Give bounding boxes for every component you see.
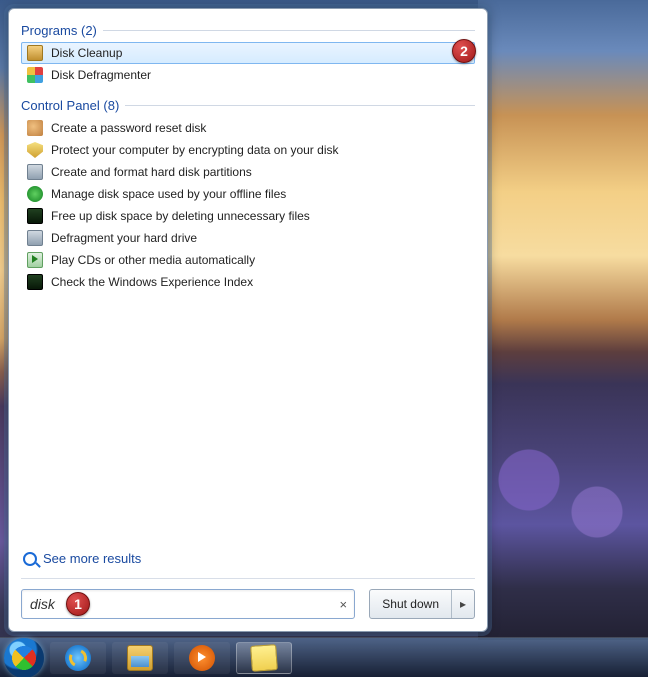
disk-cleanup-icon <box>27 45 43 61</box>
control-panel-label: Control Panel (8) <box>21 98 119 113</box>
result-disk-defragmenter[interactable]: Disk Defragmenter <box>21 64 475 86</box>
defragmenter-icon <box>27 67 43 83</box>
taskbar-item-ie[interactable] <box>50 642 106 674</box>
start-menu-search-panel: Programs (2) Disk Cleanup 2 Disk Defragm… <box>8 8 488 632</box>
control-panel-results: Create a password reset disk Protect you… <box>21 117 475 293</box>
partition-icon <box>27 164 43 180</box>
sync-icon <box>27 186 43 202</box>
result-label: Manage disk space used by your offline f… <box>51 187 286 201</box>
see-more-label: See more results <box>43 551 141 566</box>
programs-results: Disk Cleanup 2 Disk Defragmenter <box>21 42 475 86</box>
start-menu-bottom-row: × 1 Shut down ▸ <box>21 589 475 619</box>
result-disk-cleanup[interactable]: Disk Cleanup 2 <box>21 42 475 64</box>
programs-label: Programs (2) <box>21 23 97 38</box>
result-label: Protect your computer by encrypting data… <box>51 143 338 157</box>
divider <box>103 30 475 31</box>
result-label: Play CDs or other media automatically <box>51 253 255 267</box>
taskbar-item-explorer[interactable] <box>112 642 168 674</box>
result-defragment-drive[interactable]: Defragment your hard drive <box>21 227 475 249</box>
divider <box>125 105 475 106</box>
result-label: Create a password reset disk <box>51 121 206 135</box>
gauge-icon <box>27 274 43 290</box>
taskbar-item-media-player[interactable] <box>174 642 230 674</box>
result-label: Create and format hard disk partitions <box>51 165 252 179</box>
sticky-notes-icon <box>250 644 278 672</box>
gauge-icon <box>27 208 43 224</box>
defrag-icon <box>27 230 43 246</box>
result-free-disk-space[interactable]: Free up disk space by deleting unnecessa… <box>21 205 475 227</box>
shutdown-options-arrow[interactable]: ▸ <box>452 590 474 618</box>
control-panel-section-header: Control Panel (8) <box>21 98 475 113</box>
divider <box>21 578 475 579</box>
result-label: Disk Cleanup <box>51 46 122 60</box>
shutdown-split-button[interactable]: Shut down ▸ <box>369 589 475 619</box>
taskbar <box>0 637 648 677</box>
annotation-badge-1: 1 <box>66 592 90 616</box>
autoplay-icon <box>27 252 43 268</box>
result-label: Defragment your hard drive <box>51 231 197 245</box>
result-autoplay[interactable]: Play CDs or other media automatically <box>21 249 475 271</box>
result-label: Disk Defragmenter <box>51 68 151 82</box>
media-player-icon <box>189 645 215 671</box>
chevron-right-icon: ▸ <box>460 597 466 611</box>
result-experience-index[interactable]: Check the Windows Experience Index <box>21 271 475 293</box>
result-password-reset-disk[interactable]: Create a password reset disk <box>21 117 475 139</box>
clear-search-button[interactable]: × <box>332 597 354 612</box>
see-more-results-link[interactable]: See more results <box>21 547 475 578</box>
start-button[interactable] <box>4 638 44 677</box>
result-label: Check the Windows Experience Index <box>51 275 253 289</box>
search-icon <box>23 552 37 566</box>
programs-section-header: Programs (2) <box>21 23 475 38</box>
result-label: Free up disk space by deleting unnecessa… <box>51 209 310 223</box>
users-icon <box>27 120 43 136</box>
annotation-badge-2: 2 <box>452 39 476 63</box>
result-format-partitions[interactable]: Create and format hard disk partitions <box>21 161 475 183</box>
file-explorer-icon <box>127 645 153 671</box>
shutdown-button[interactable]: Shut down <box>370 590 452 618</box>
internet-explorer-icon <box>65 645 91 671</box>
desktop-wallpaper <box>478 0 648 640</box>
taskbar-item-sticky-notes[interactable] <box>236 642 292 674</box>
shield-icon <box>27 142 43 158</box>
search-box[interactable]: × 1 <box>21 589 355 619</box>
result-encrypt-disk[interactable]: Protect your computer by encrypting data… <box>21 139 475 161</box>
result-offline-files[interactable]: Manage disk space used by your offline f… <box>21 183 475 205</box>
